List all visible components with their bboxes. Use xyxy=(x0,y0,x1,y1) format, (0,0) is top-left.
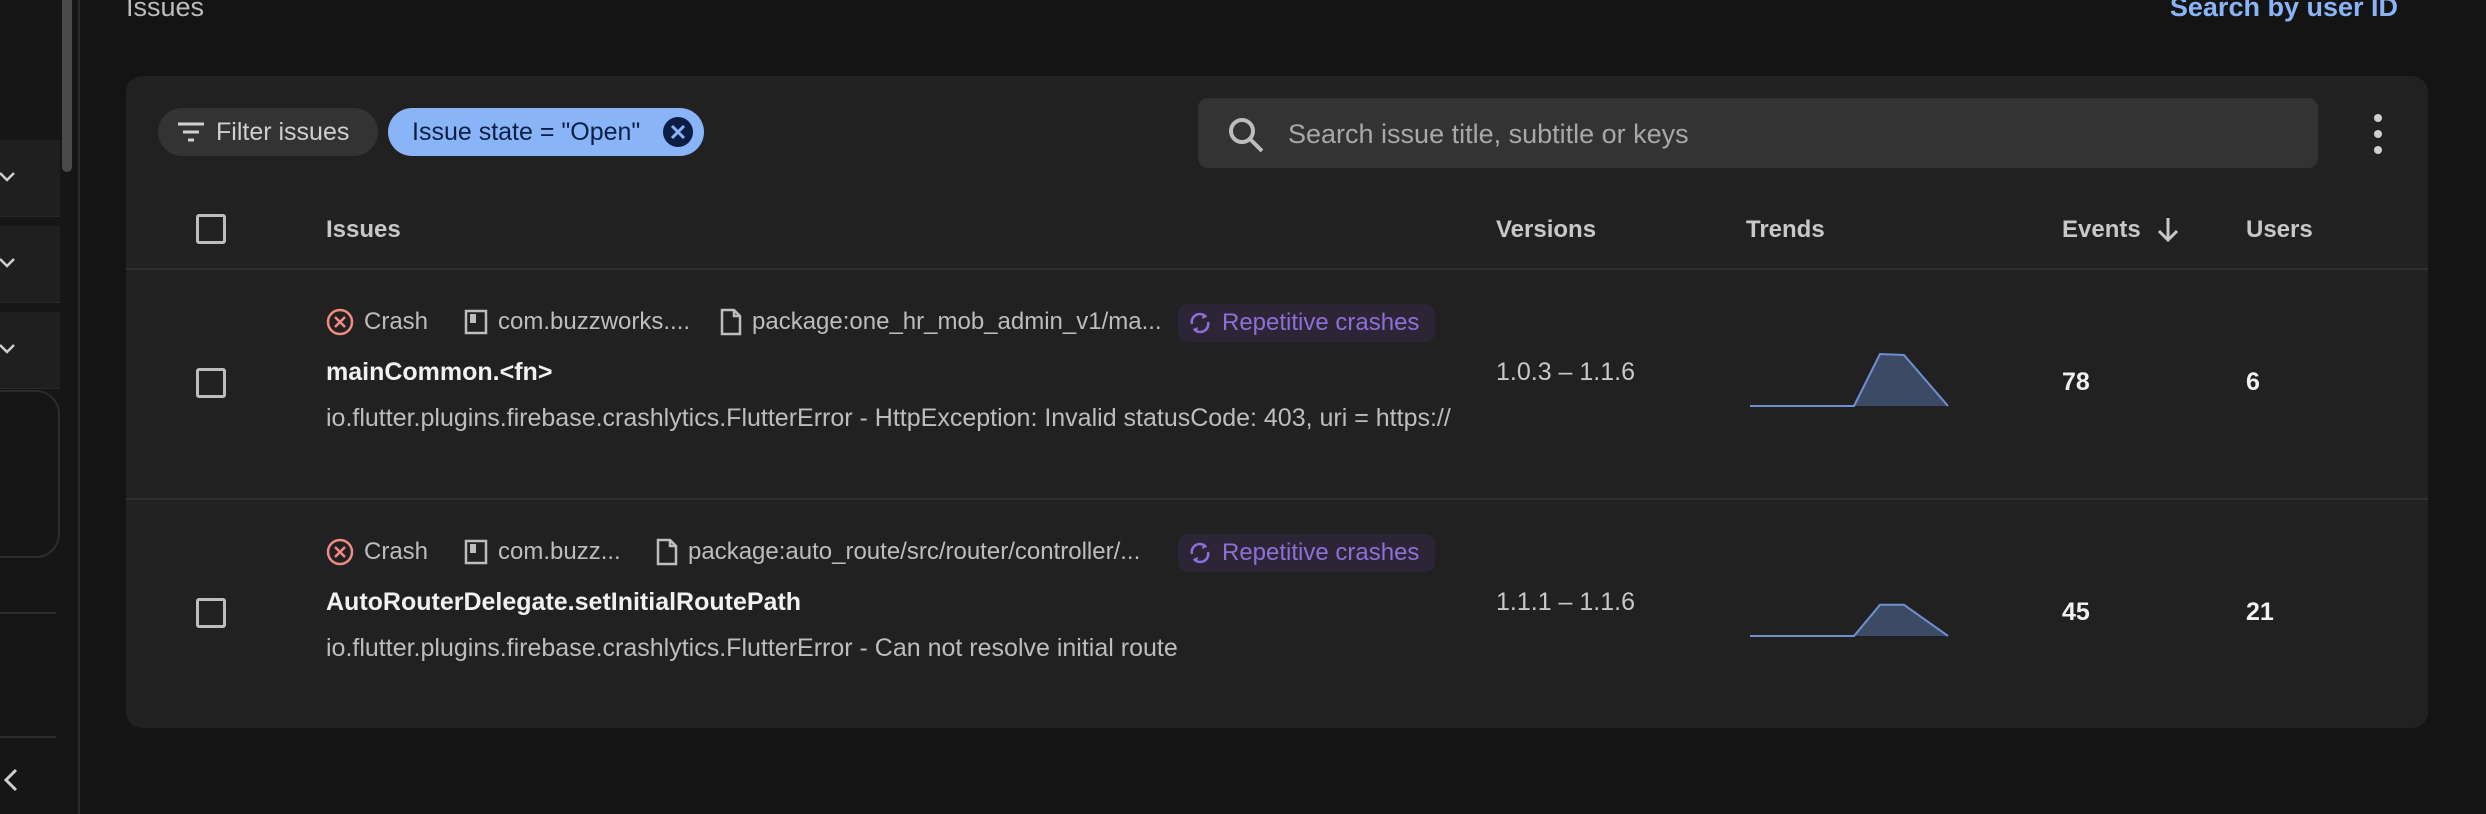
issue-type-label: Crash xyxy=(364,538,429,565)
column-trends: Trends xyxy=(1746,216,1825,243)
row-checkbox[interactable] xyxy=(196,598,226,628)
sidebar-section-1[interactable] xyxy=(0,140,60,217)
column-issues: Issues xyxy=(326,216,401,243)
search-input[interactable] xyxy=(1286,98,2290,170)
repetitive-crashes-badge: Repetitive crashes xyxy=(1178,534,1436,572)
issue-subtitle: io.flutter.plugins.firebase.crashlytics.… xyxy=(326,404,1451,432)
issue-type-label: Crash xyxy=(364,308,429,335)
issue-users: 21 xyxy=(2246,598,2274,626)
issue-events: 78 xyxy=(2062,368,2090,396)
chevron-down-icon xyxy=(0,344,15,354)
issue-file-label: package:one_hr_mob_admin_v1/ma... xyxy=(752,308,1162,335)
badge-label: Repetitive crashes xyxy=(1222,309,1420,336)
filter-icon xyxy=(178,122,204,142)
sidebar-section-2[interactable] xyxy=(0,226,60,303)
column-events-label: Events xyxy=(2062,216,2141,243)
trend-sparkline xyxy=(1750,603,1949,637)
filter-issues-label: Filter issues xyxy=(216,117,350,146)
sort-descending-icon xyxy=(2157,218,2178,243)
page-title: Issues xyxy=(126,0,205,22)
issue-events: 45 xyxy=(2062,598,2090,626)
issue-subtitle: io.flutter.plugins.firebase.crashlytics.… xyxy=(326,634,1178,662)
badge-label: Repetitive crashes xyxy=(1222,539,1420,566)
sidebar-divider xyxy=(0,612,56,614)
sidebar xyxy=(0,0,80,814)
table-row[interactable]: Crash com.buzz... package:auto_route/src… xyxy=(126,500,2428,728)
row-checkbox[interactable] xyxy=(196,368,226,398)
file-icon xyxy=(720,308,742,336)
repeat-icon xyxy=(1190,542,1210,564)
select-all-checkbox[interactable] xyxy=(196,214,226,244)
collapse-sidebar-icon[interactable] xyxy=(0,764,24,796)
chevron-down-icon xyxy=(0,172,15,182)
trend-area xyxy=(1750,354,1948,406)
issue-versions: 1.1.1 – 1.1.6 xyxy=(1496,588,1636,616)
issue-title[interactable]: mainCommon.<fn> xyxy=(326,358,552,387)
crash-icon xyxy=(326,538,354,566)
app-icon xyxy=(464,309,488,335)
issue-type: Crash xyxy=(326,534,428,570)
issue-file: package:one_hr_mob_admin_v1/ma... xyxy=(720,304,1162,340)
issue-state-chip[interactable]: Issue state = "Open" xyxy=(388,108,704,156)
column-users: Users xyxy=(2246,216,2313,243)
issue-versions: 1.0.3 – 1.1.6 xyxy=(1496,358,1636,386)
filter-issues-button[interactable]: Filter issues xyxy=(158,108,378,156)
issue-state-label: Issue state = "Open" xyxy=(412,117,641,146)
issue-file-label: package:auto_route/src/router/controller… xyxy=(688,538,1141,565)
trend-area xyxy=(1750,604,1948,636)
issues-card: Filter issues Issue state = "Open" Issue… xyxy=(126,76,2428,728)
search-by-user-link[interactable]: Search by user ID xyxy=(2170,0,2398,23)
repeat-icon xyxy=(1190,312,1210,334)
sidebar-card xyxy=(0,390,60,558)
column-events[interactable]: Events xyxy=(2062,216,2183,244)
remove-filter-icon[interactable] xyxy=(662,116,694,148)
sidebar-divider xyxy=(0,736,56,738)
search-box xyxy=(1198,98,2318,170)
chevron-down-icon xyxy=(0,258,15,268)
issue-app: com.buzz... xyxy=(464,534,621,570)
repetitive-crashes-badge: Repetitive crashes xyxy=(1178,304,1436,342)
table-header: Issues Versions Trends Events Users xyxy=(126,192,2428,270)
issue-app-label: com.buzzworks.... xyxy=(498,308,691,335)
issue-file: package:auto_route/src/router/controller… xyxy=(656,534,1140,570)
issue-title[interactable]: AutoRouterDelegate.setInitialRoutePath xyxy=(326,588,801,617)
file-icon xyxy=(656,538,678,566)
search-icon xyxy=(1229,118,1264,153)
trend-sparkline xyxy=(1750,352,1949,407)
sidebar-section-3[interactable] xyxy=(0,312,60,389)
app-icon xyxy=(464,539,488,565)
crash-icon xyxy=(326,308,354,336)
issue-app: com.buzzworks.... xyxy=(464,304,690,340)
issue-type: Crash xyxy=(326,304,428,340)
issue-app-label: com.buzz... xyxy=(498,538,621,565)
table-row[interactable]: Crash com.buzzworks.... package:one_hr_m… xyxy=(126,270,2428,500)
sidebar-scrollbar[interactable] xyxy=(62,0,72,172)
issue-users: 6 xyxy=(2246,368,2260,396)
column-versions: Versions xyxy=(1496,216,1597,243)
more-options-icon[interactable] xyxy=(2362,110,2394,158)
